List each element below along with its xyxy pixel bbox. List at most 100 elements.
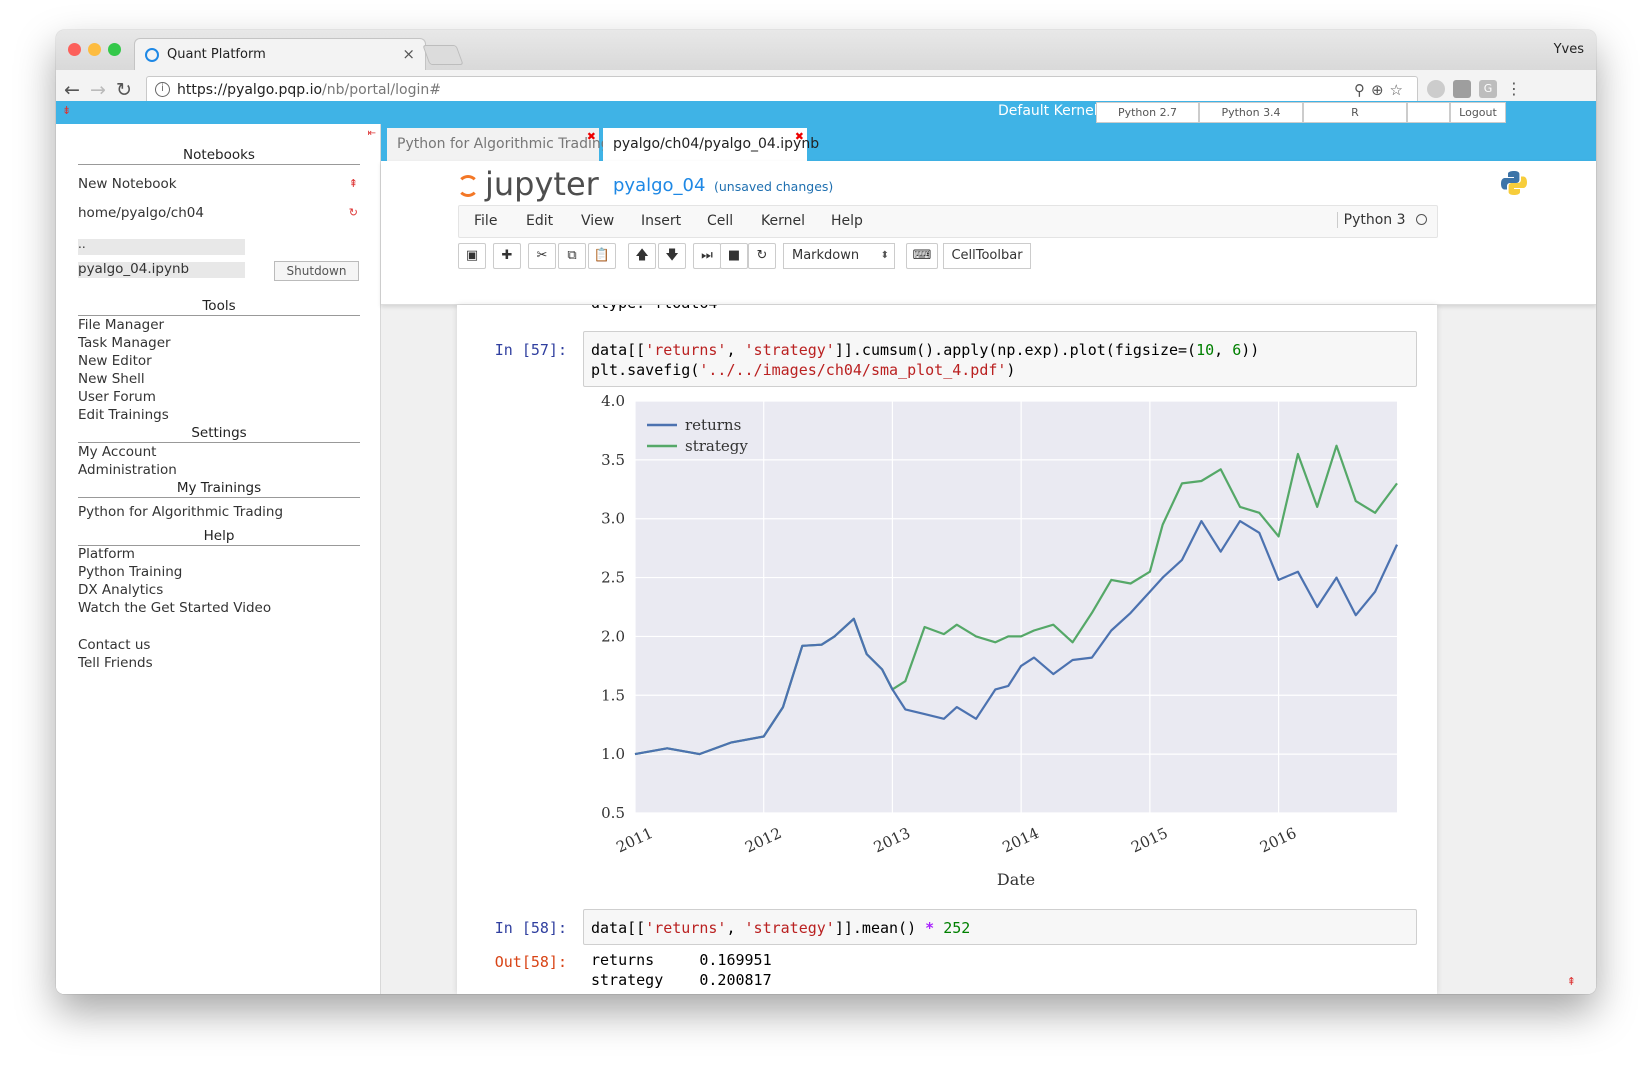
cumsum-line-chart: 0.5 1.0 1.5 2.0 2.5 3.0 3.5 4.0 2011 2012 2013 2014… (601, 393, 1398, 889)
y-tick-label: 2.5 (601, 569, 625, 587)
python-logo-icon (1501, 171, 1527, 195)
cell-type-select[interactable]: Markdown ⬍ (783, 243, 895, 269)
scroll-top-icon[interactable]: ⇞ (1567, 975, 1576, 988)
cut-icon[interactable]: ✂ (528, 243, 556, 269)
site-favicon-icon (145, 48, 159, 62)
contact-us-link[interactable]: Contact us (78, 637, 150, 653)
file-link[interactable]: pyalgo_04.ipynb (78, 261, 189, 277)
y-tick-label: 0.5 (601, 804, 625, 822)
bookmark-star-icon: ☆ (1389, 81, 1409, 99)
close-tab-icon[interactable]: ✖ (795, 130, 804, 143)
user-forum-link[interactable]: User Forum (78, 389, 156, 405)
add-cell-icon[interactable]: ✚ (493, 243, 521, 269)
menu-view[interactable]: View (581, 213, 614, 229)
tell-friends-link[interactable]: Tell Friends (78, 655, 153, 671)
settings-header: Settings (78, 425, 360, 443)
new-shell-link[interactable]: New Shell (78, 371, 145, 387)
kernel-tab-python34[interactable]: Python 3.4 (1199, 102, 1303, 123)
jupyter-logo[interactable]: jupyter (457, 165, 599, 203)
browser-window: Quant Platform × Yves ← → ↻ i https://py… (56, 30, 1596, 994)
python-training-link[interactable]: Python Training (78, 564, 182, 580)
info-icon[interactable]: i (155, 82, 170, 97)
menu-edit[interactable]: Edit (526, 213, 553, 229)
collapse-sidebar-icon[interactable]: ⇤ (368, 128, 376, 139)
parent-dir-row[interactable]: .. (78, 237, 245, 255)
maximize-window-button[interactable] (108, 43, 121, 56)
shutdown-button[interactable]: Shutdown (274, 261, 359, 281)
extension-g-icon[interactable]: G (1479, 80, 1497, 98)
close-window-button[interactable] (68, 43, 81, 56)
forward-arrow-icon[interactable]: → (90, 79, 106, 101)
task-manager-link[interactable]: Task Manager (78, 335, 171, 351)
key-icon: ⚲ (1353, 81, 1371, 99)
menu-cell[interactable]: Cell (707, 213, 733, 229)
x-tick-label: 2014 (1000, 824, 1042, 856)
y-tick-label: 2.0 (601, 627, 625, 645)
notebooks-header: Notebooks (78, 147, 360, 165)
close-tab-icon[interactable]: ✖ (587, 130, 596, 143)
new-notebook-icon[interactable]: ⇞ (349, 177, 358, 190)
code-cell-57[interactable]: data[['returns', 'strategy']].cumsum().a… (583, 331, 1417, 387)
page-content: ⇤ Notebooks New Notebook ⇞ home/pyalgo/c… (56, 124, 1596, 994)
paste-icon[interactable]: 📋 (588, 243, 616, 269)
in57-prompt: In [57]: (494, 341, 567, 359)
browser-tab[interactable]: Quant Platform × (134, 38, 426, 70)
code-cell-58[interactable]: data[['returns', 'strategy']].mean() * 2… (583, 909, 1417, 945)
extension-icon[interactable] (1427, 80, 1445, 98)
kernel-tab-empty[interactable] (1407, 102, 1450, 123)
extension-shield-icon[interactable] (1453, 80, 1471, 98)
menu-insert[interactable]: Insert (641, 213, 681, 229)
keyboard-icon[interactable]: ⌨ (906, 243, 938, 269)
y-tick-label: 1.5 (601, 686, 625, 704)
celltoolbar-button[interactable]: CellToolbar (943, 243, 1031, 269)
new-notebook-link[interactable]: New Notebook (78, 176, 177, 192)
edit-trainings-link[interactable]: Edit Trainings (78, 407, 169, 423)
menu-bar: File Edit View Insert Cell Kernel Help P… (458, 205, 1438, 238)
menu-help[interactable]: Help (831, 213, 863, 229)
title-bar: Quant Platform × Yves (56, 30, 1596, 70)
tab-python-for-algorithmic-trading[interactable]: Python for Algorithmic Trading ✖ (387, 128, 610, 161)
notebook-tab-strip: Python for Algorithmic Trading ✖ pyalgo/c… (381, 124, 1596, 161)
run-icon[interactable]: ⏭ (693, 243, 721, 269)
zoom-icon: ⊕ (1370, 81, 1390, 99)
y-tick-label: 3.5 (601, 451, 625, 469)
kernel-idle-icon (1416, 214, 1427, 225)
menu-file[interactable]: File (474, 213, 497, 229)
my-account-link[interactable]: My Account (78, 444, 156, 460)
kernel-tab-r[interactable]: R (1303, 102, 1407, 123)
refresh-icon[interactable]: ↻ (349, 206, 358, 219)
minimize-window-button[interactable] (88, 43, 101, 56)
y-tick-label: 3.0 (601, 510, 625, 528)
dx-analytics-link[interactable]: DX Analytics (78, 582, 163, 598)
tab-pyalgo-04[interactable]: pyalgo/ch04/pyalgo_04.ipynb ✖ (603, 128, 819, 161)
pin-icon[interactable]: ⇟ (62, 104, 71, 117)
platform-link[interactable]: Platform (78, 546, 135, 562)
administration-link[interactable]: Administration (78, 462, 177, 478)
copy-icon[interactable]: ⧉ (558, 243, 586, 269)
restart-icon[interactable]: ↻ (748, 243, 776, 269)
main-area: Python for Algorithmic Trading ✖ pyalgo/c… (381, 124, 1596, 994)
training-link[interactable]: Python for Algorithmic Trading (78, 504, 283, 520)
address-bar-icons[interactable]: ⚲⊕☆ (1354, 81, 1409, 99)
profile-name[interactable]: Yves (1554, 42, 1584, 57)
x-tick-label: 2011 (613, 824, 655, 856)
kernel-tab-python27[interactable]: Python 2.7 (1096, 102, 1199, 123)
save-icon[interactable]: ▣ (458, 243, 486, 269)
reload-icon[interactable]: ↻ (116, 79, 132, 101)
move-up-icon[interactable]: 🡅 (628, 243, 656, 269)
legend-label-returns: returns (685, 416, 741, 434)
file-manager-link[interactable]: File Manager (78, 317, 164, 333)
back-arrow-icon[interactable]: ← (64, 79, 80, 101)
stop-icon[interactable]: ■ (720, 243, 748, 269)
out58-line-strategy: strategy 0.200817 (591, 971, 772, 989)
new-editor-link[interactable]: New Editor (78, 353, 152, 369)
logout-button[interactable]: Logout (1450, 102, 1506, 123)
close-tab-icon[interactable]: × (402, 45, 415, 63)
get-started-video-link[interactable]: Watch the Get Started Video (78, 600, 271, 616)
menu-kernel[interactable]: Kernel (761, 213, 805, 229)
move-down-icon[interactable]: 🡇 (658, 243, 686, 269)
notebook-name[interactable]: pyalgo_04 (613, 175, 705, 196)
new-tab-button[interactable] (422, 45, 464, 65)
y-tick-label: 4.0 (601, 393, 625, 410)
menu-dots-icon[interactable]: ⋮ (1506, 79, 1522, 98)
